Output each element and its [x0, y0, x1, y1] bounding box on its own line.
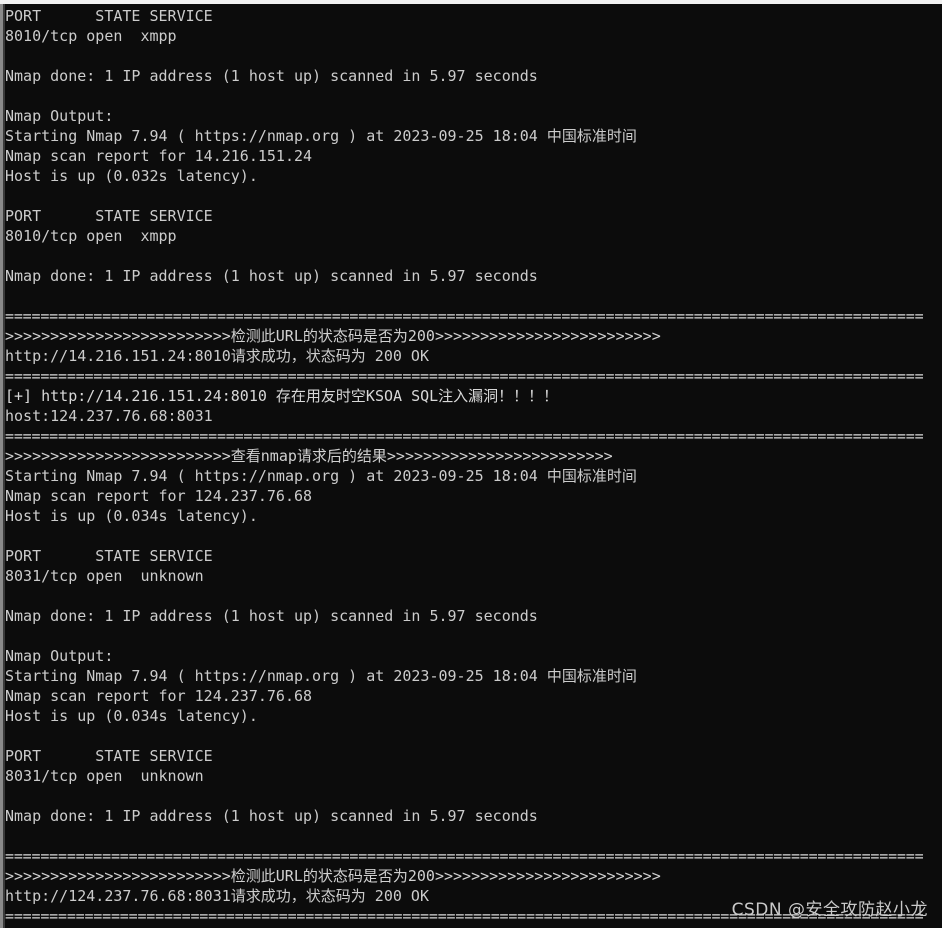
- terminal-line-l44: >>>>>>>>>>>>>>>>>>>>>>>>>检测此URL的状态码是否为20…: [5, 867, 661, 885]
- terminal-line-l34: Starting Nmap 7.94 ( https://nmap.org ) …: [5, 667, 637, 685]
- terminal-line-l36: Host is up (0.034s latency).: [5, 707, 258, 725]
- terminal-line-l38: PORT STATE SERVICE: [5, 747, 213, 765]
- terminal-line-l27: [5, 526, 942, 546]
- terminal-window: PORT STATE SERVICE 8010/tcp open xmpp Nma…: [0, 0, 942, 928]
- terminal-line-l45: http://124.237.76.68:8031请求成功，状态码为 200 O…: [5, 887, 429, 905]
- terminal-line-l12: 8010/tcp open xmpp: [5, 227, 177, 245]
- terminal-line-l26: Host is up (0.034s latency).: [5, 507, 258, 525]
- terminal-line-l21: host:124.237.76.68:8031: [5, 407, 213, 425]
- terminal-line-l04: Nmap done: 1 IP address (1 host up) scan…: [5, 67, 538, 85]
- terminal-line-l02: 8010/tcp open xmpp: [5, 27, 177, 45]
- terminal-line-l29: 8031/tcp open unknown: [5, 567, 204, 585]
- terminal-line-l32: [5, 626, 942, 646]
- terminal-line-l30: [5, 586, 942, 606]
- terminal-output[interactable]: PORT STATE SERVICE 8010/tcp open xmpp Nma…: [5, 4, 942, 928]
- terminal-line-l03: [5, 46, 942, 66]
- terminal-line-l37: [5, 726, 942, 746]
- terminal-line-l31: Nmap done: 1 IP address (1 host up) scan…: [5, 607, 538, 625]
- terminal-line-l43: ========================================…: [5, 847, 924, 865]
- terminal-line-l19: ========================================…: [5, 367, 924, 385]
- terminal-line-l17: >>>>>>>>>>>>>>>>>>>>>>>>>检测此URL的状态码是否为20…: [5, 327, 661, 345]
- terminal-line-l11: PORT STATE SERVICE: [5, 207, 213, 225]
- terminal-line-l33: Nmap Output:: [5, 647, 114, 665]
- terminal-line-l35: Nmap scan report for 124.237.76.68: [5, 687, 313, 705]
- terminal-line-l05: [5, 86, 942, 106]
- terminal-line-l08: Nmap scan report for 14.216.151.24: [5, 147, 313, 165]
- terminal-line-l16: ========================================…: [5, 307, 924, 325]
- terminal-line-l01: PORT STATE SERVICE: [5, 7, 213, 25]
- terminal-line-l25: Nmap scan report for 124.237.76.68: [5, 487, 313, 505]
- terminal-line-l42: [5, 826, 942, 846]
- terminal-line-l39: 8031/tcp open unknown: [5, 767, 204, 785]
- terminal-line-l23: >>>>>>>>>>>>>>>>>>>>>>>>>查看nmap请求后的结果>>>…: [5, 447, 613, 465]
- terminal-line-l13: [5, 246, 942, 266]
- terminal-line-l24: Starting Nmap 7.94 ( https://nmap.org ) …: [5, 467, 637, 485]
- terminal-line-l46: ========================================…: [5, 907, 924, 925]
- terminal-line-l10: [5, 186, 942, 206]
- terminal-line-l06: Nmap Output:: [5, 107, 114, 125]
- terminal-line-l20: [+] http://14.216.151.24:8010 存在用友时空KSOA…: [5, 387, 559, 405]
- terminal-line-l15: [5, 286, 942, 306]
- terminal-line-l09: Host is up (0.032s latency).: [5, 167, 258, 185]
- terminal-line-l28: PORT STATE SERVICE: [5, 547, 213, 565]
- terminal-line-l22: ========================================…: [5, 427, 924, 445]
- terminal-line-l40: [5, 786, 942, 806]
- terminal-line-l14: Nmap done: 1 IP address (1 host up) scan…: [5, 267, 538, 285]
- terminal-line-l18: http://14.216.151.24:8010请求成功，状态码为 200 O…: [5, 347, 429, 365]
- terminal-line-l41: Nmap done: 1 IP address (1 host up) scan…: [5, 807, 538, 825]
- terminal-line-l07: Starting Nmap 7.94 ( https://nmap.org ) …: [5, 127, 637, 145]
